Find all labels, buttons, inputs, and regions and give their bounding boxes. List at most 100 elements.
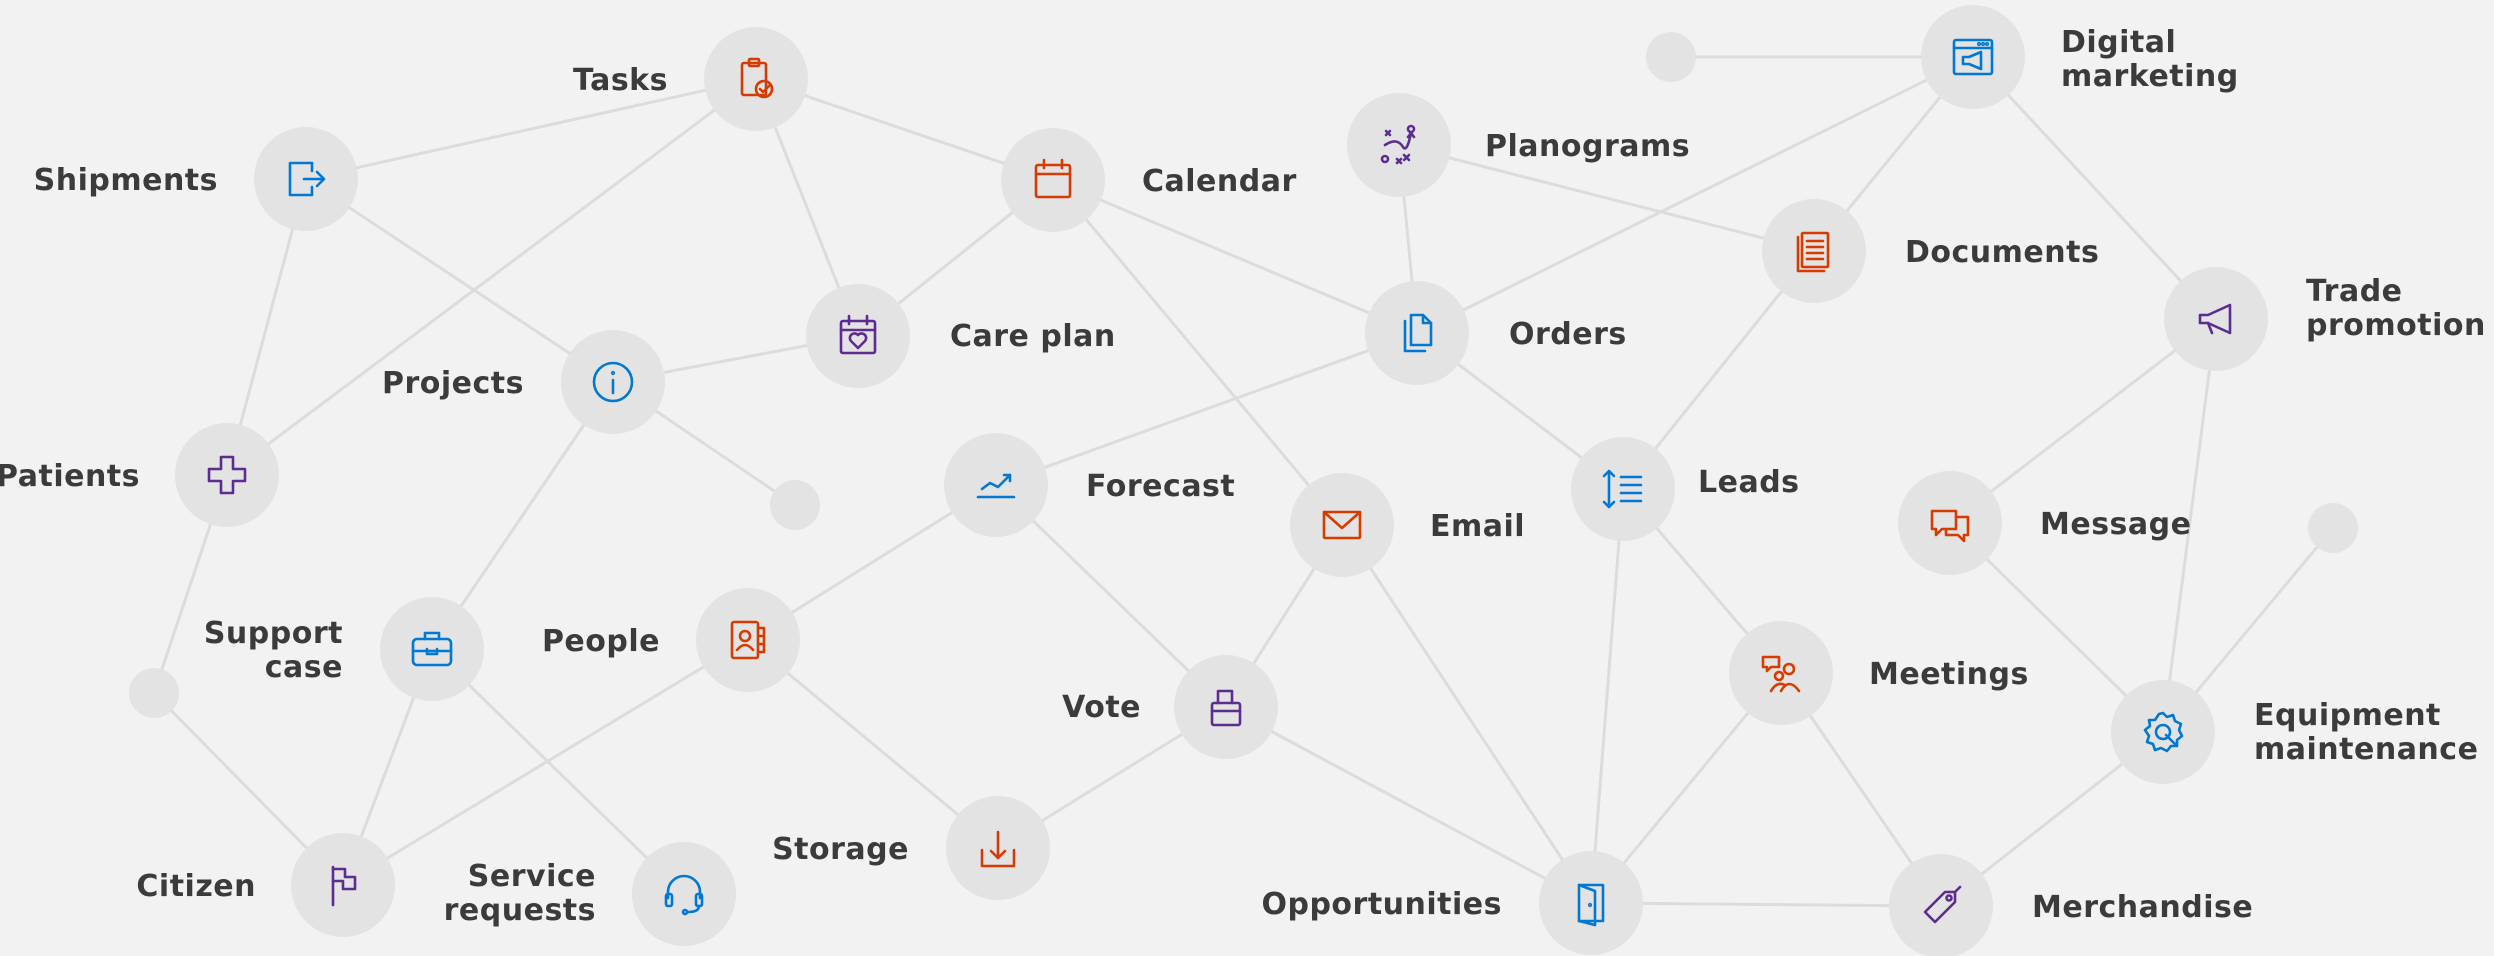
edge-email-opportunities [1340,524,1593,904]
edge-support-case-service-requests [430,647,686,896]
node-label-line: Email [1430,509,1525,544]
node-label: Documents [1905,235,2099,270]
node-circle[interactable] [1001,128,1105,232]
node-documents[interactable]: Documents [1762,199,2099,303]
node-label-line: Patients [0,459,140,494]
node-label: Storage [772,832,909,867]
node-label-line: Leads [1698,465,1800,500]
node-label-line: Care plan [950,319,1116,354]
node-label-line: promotion [2306,308,2486,343]
node-circle[interactable] [1290,473,1394,577]
edge-opportunities-merchandise [1590,901,1942,908]
node-circle[interactable] [175,423,279,527]
node-circle[interactable] [1347,93,1451,197]
node-meetings[interactable]: Meetings [1729,621,2029,725]
node-tasks[interactable]: Tasks [573,27,808,131]
node-forecast[interactable]: Forecast [944,433,1235,537]
node-label: Patients [0,459,140,494]
node-label: Support case [204,616,343,685]
node-label-line: Projects [382,366,524,401]
node-label-line: Shipments [34,163,218,198]
node-circle[interactable] [1539,851,1643,955]
node-circle[interactable] [2111,680,2215,784]
node-label: Calendar [1142,164,1297,199]
node-label-line: Forecast [1086,469,1235,504]
node-label-line: People [542,624,660,659]
node-calendar[interactable]: Calendar [1001,128,1297,232]
node-support-case[interactable]: Support case [204,597,484,701]
node-vote[interactable]: Vote [1062,655,1278,759]
edge-leads-opportunities [1589,488,1625,904]
node-label: Vote [1062,690,1141,725]
node-label: Care plan [950,319,1116,354]
node-projects[interactable]: Projects [382,330,665,434]
node-planograms[interactable]: Planograms [1347,93,1690,197]
node-citizen[interactable]: Citizen [136,833,395,937]
node-digital-marketing[interactable]: Digital marketing [1921,5,2239,109]
node-label: Tasks [573,63,668,98]
node-label-line: Merchandise [2032,890,2253,925]
node-label: Trade promotion [2306,274,2486,343]
node-care-plan[interactable]: Care plan [806,284,1116,388]
node-circle[interactable] [1889,854,1993,956]
node-label: Message [2040,507,2191,542]
node-label-line: Storage [772,832,909,867]
node-label-line: Citizen [136,869,256,904]
node-label-line: Digital [2061,25,2176,60]
node-message[interactable]: Message [1898,471,2191,575]
node-patients[interactable]: Patients [0,423,279,527]
node-circle[interactable] [704,27,808,131]
node-label-line: Message [2040,507,2191,542]
node-orders[interactable]: Orders [1365,281,1627,385]
node-circle[interactable] [1571,437,1675,541]
node-trade-promotion[interactable]: Trade promotion [2164,267,2486,371]
node-circle[interactable] [1921,5,2025,109]
node-label-line: Tasks [573,63,668,98]
nodes-layer: Tasks Shipments Calendar Care plan Projects P… [0,5,2486,956]
node-label-line: Service [468,859,596,894]
node-label: Service requests [444,859,596,928]
node-label-line: Opportunities [1261,887,1502,922]
edge-calendar-orders [1052,178,1418,335]
edge-vote-opportunities [1225,705,1592,905]
node-label: Leads [1698,465,1800,500]
node-circle[interactable] [380,597,484,701]
empty-node-dot-top [1646,32,1696,82]
node-label-line: Orders [1509,317,1627,352]
node-label: Merchandise [2032,890,2253,925]
node-label: Shipments [34,163,218,198]
node-opportunities[interactable]: Opportunities [1261,851,1643,955]
node-circle[interactable] [1365,281,1469,385]
node-storage[interactable]: Storage [772,796,1050,900]
node-label-line: case [265,650,343,685]
node-circle[interactable] [1898,471,2002,575]
node-leads[interactable]: Leads [1571,437,1800,541]
node-label-line: Planograms [1485,129,1690,164]
node-shipments[interactable]: Shipments [34,127,358,231]
node-circle[interactable] [1762,199,1866,303]
node-label: Planograms [1485,129,1690,164]
empty-node-dot-left [129,668,179,718]
node-circle[interactable] [2164,267,2268,371]
empty-node-dot-mid [770,480,820,530]
node-label: Meetings [1869,657,2029,692]
node-label-line: Calendar [1142,164,1297,199]
node-service-requests[interactable]: Service requests [444,842,736,946]
node-email[interactable]: Email [1290,473,1525,577]
node-circle[interactable] [632,842,736,946]
empty-node-dot-right [2308,503,2358,553]
node-equipment-maintenance[interactable]: Equipment maintenance [2111,680,2478,784]
edge-orders-digital-marketing [1416,55,1974,335]
node-label: Opportunities [1261,887,1502,922]
node-label-line: marketing [2061,59,2239,94]
node-label: Email [1430,509,1525,544]
node-label: Projects [382,366,524,401]
node-people[interactable]: People [542,588,800,692]
node-circle[interactable] [1174,655,1278,759]
node-merchandise[interactable]: Merchandise [1889,854,2253,956]
node-label-line: Support [204,616,343,651]
node-label: Orders [1509,317,1627,352]
node-label-line: Trade [2306,274,2403,309]
node-label-line: Documents [1905,235,2099,270]
node-label: Digital marketing [2061,25,2239,94]
